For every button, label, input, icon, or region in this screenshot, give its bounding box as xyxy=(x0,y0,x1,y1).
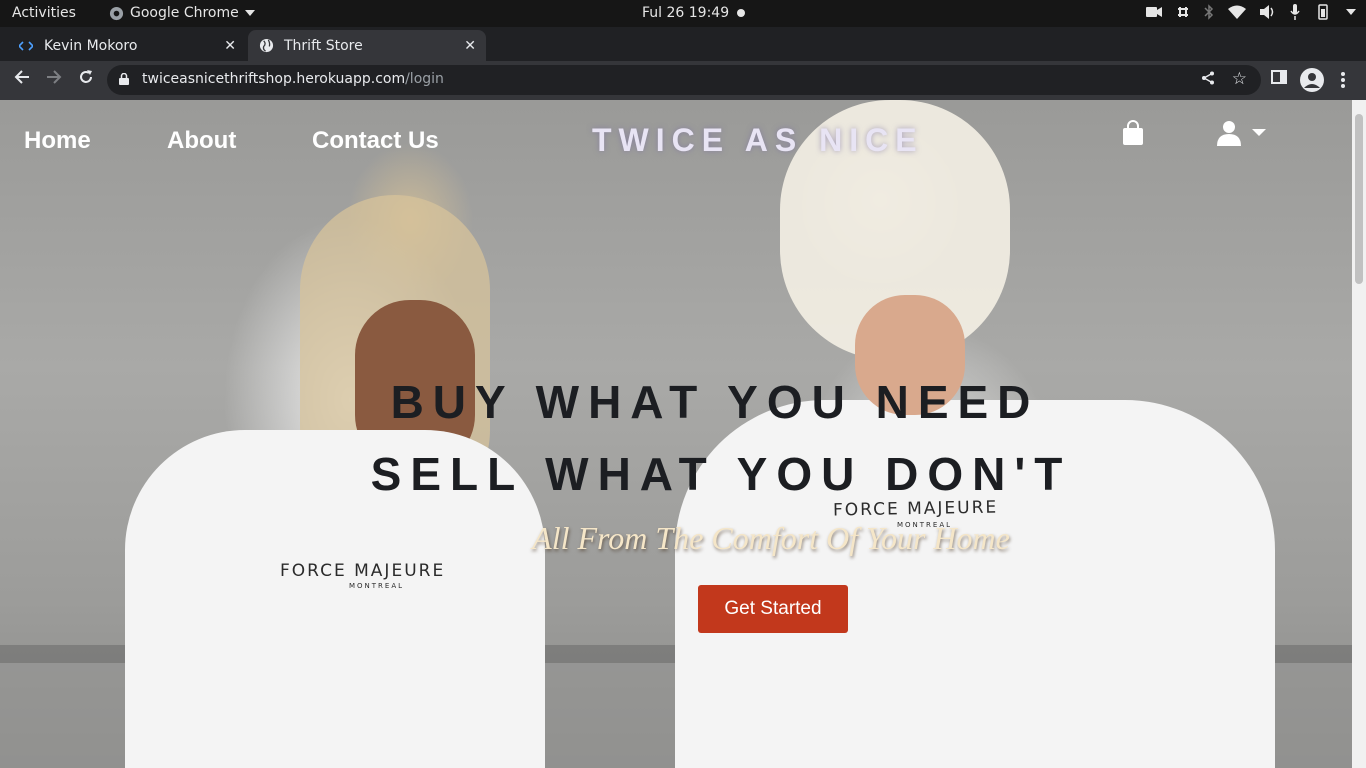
system-menu-chevron-icon xyxy=(1346,9,1356,15)
browser-toolbar: twiceasnicethriftshop.herokuapp.com/logi… xyxy=(0,61,1366,100)
share-icon[interactable] xyxy=(1201,71,1215,89)
address-bar[interactable]: twiceasnicethriftshop.herokuapp.com/logi… xyxy=(107,65,1261,95)
app-menu-label: Google Chrome xyxy=(130,5,239,21)
hero-section: FORCE MAJEURE MONTREAL FORCE MAJEURE MON… xyxy=(0,100,1352,768)
microphone-icon xyxy=(1290,4,1300,20)
get-started-button[interactable]: Get Started xyxy=(698,585,848,633)
code-icon xyxy=(18,38,34,54)
user-account-dropdown-icon[interactable] xyxy=(1216,120,1268,148)
volume-icon xyxy=(1260,5,1274,19)
url-path: /login xyxy=(405,71,444,87)
close-icon[interactable]: ✕ xyxy=(464,38,476,54)
chrome-icon xyxy=(109,6,124,20)
url-host: twiceasnicethriftshop.herokuapp.com xyxy=(142,71,406,87)
close-icon[interactable]: ✕ xyxy=(224,38,236,54)
site-logo[interactable]: TWICE AS NICE xyxy=(592,122,924,159)
shirt-brand-print: FORCE MAJEURE xyxy=(280,561,446,581)
system-tray[interactable] xyxy=(1146,4,1356,20)
app-menu[interactable]: Google Chrome xyxy=(109,5,255,21)
camera-icon xyxy=(1146,7,1162,17)
scrollbar-thumb[interactable] xyxy=(1355,114,1363,284)
globe-icon xyxy=(258,38,274,54)
url-text: twiceasnicethriftshop.herokuapp.com/logi… xyxy=(142,71,444,87)
tab-kevin-mokoro[interactable]: Kevin Mokoro ✕ xyxy=(8,30,246,61)
reload-icon[interactable] xyxy=(75,69,97,91)
forward-arrow-icon[interactable] xyxy=(43,69,65,91)
nav-link-about[interactable]: About xyxy=(167,127,236,155)
notification-dot xyxy=(737,9,745,17)
shirt-city-print: MONTREAL xyxy=(349,582,405,590)
chevron-down-icon xyxy=(244,10,255,16)
activities-button[interactable]: Activities xyxy=(12,5,76,21)
nav-link-contact-us[interactable]: Contact Us xyxy=(312,127,439,155)
nav-link-home[interactable]: Home xyxy=(24,127,91,155)
side-panel-icon[interactable] xyxy=(1271,69,1287,89)
profile-avatar-icon[interactable] xyxy=(1300,68,1324,96)
hero-subtitle: All From The Comfort Of Your Home xyxy=(532,520,1010,556)
battery-icon xyxy=(1318,4,1328,20)
tab-strip: Kevin Mokoro ✕ Thrift Store ✕ + xyxy=(0,27,1366,82)
tab-title: Thrift Store xyxy=(284,37,363,54)
back-arrow-icon[interactable] xyxy=(11,69,33,91)
lock-icon[interactable] xyxy=(119,73,129,85)
tab-thrift-store[interactable]: Thrift Store ✕ xyxy=(248,30,486,61)
hero-headline-line-2: SELL WHAT YOU DON'T xyxy=(370,448,1072,500)
hero-headline-line-1: BUY WHAT YOU NEED xyxy=(390,376,1040,428)
system-top-bar: Activities Google Chrome Ful 26 19:49 xyxy=(0,0,1366,27)
bookmark-star-icon[interactable]: ☆ xyxy=(1232,69,1247,89)
clock[interactable]: Ful 26 19:49 xyxy=(642,5,729,21)
kebab-menu-icon[interactable] xyxy=(1340,71,1346,93)
network-app-icon xyxy=(1178,7,1188,17)
page-scrollbar[interactable] xyxy=(1352,100,1366,768)
tab-title: Kevin Mokoro xyxy=(44,37,138,54)
wifi-icon xyxy=(1228,5,1246,19)
bluetooth-icon xyxy=(1204,4,1214,20)
shopping-bag-icon[interactable] xyxy=(1122,120,1144,146)
